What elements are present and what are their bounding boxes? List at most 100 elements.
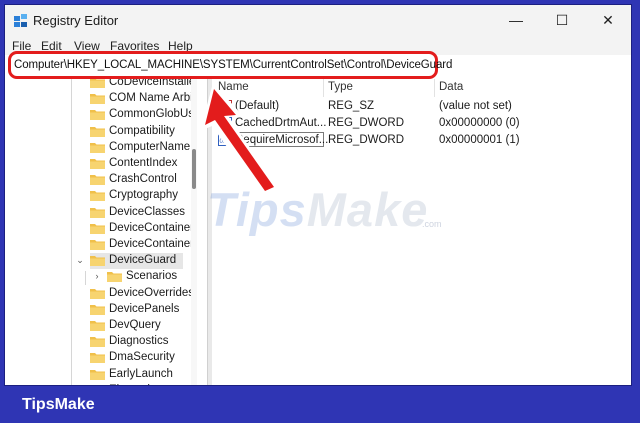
folder-icon <box>90 369 105 380</box>
tree-item-label: CoDeviceInstalle <box>109 79 196 88</box>
tree-item-label: DeviceClasses <box>109 205 186 218</box>
tree-item-label: DeviceContainer <box>109 221 195 234</box>
tree-item-label: DevicePanels <box>109 302 180 315</box>
column-separator[interactable] <box>434 79 435 97</box>
registry-editor-window: Registry Editor — ☐ ✕ File Edit View Fav… <box>4 4 632 386</box>
column-header-type[interactable]: Type <box>328 81 353 93</box>
tree-item[interactable]: DevicePanels <box>90 302 183 318</box>
tree-item[interactable]: CommonGlobUs <box>90 107 194 123</box>
minimize-button[interactable]: — <box>493 7 539 33</box>
tree-item-label: Compatibility <box>109 124 175 137</box>
value-row[interactable]: 011 RequireMicrosof... REG_DWORD 0x00000001… <box>212 132 631 149</box>
tree-item[interactable]: CrashControl <box>90 172 183 188</box>
tree-item[interactable]: Compatibility <box>90 124 183 140</box>
footer-brand: TipsMake <box>22 396 95 413</box>
close-button[interactable]: ✕ <box>585 7 631 33</box>
value-name: RequireMicrosof... <box>235 134 329 146</box>
address-bar[interactable]: Computer\HKEY_LOCAL_MACHINE\SYSTEM\Curre… <box>8 51 452 79</box>
tree-item-label: Scenarios <box>126 270 178 283</box>
window-title: Registry Editor <box>33 13 119 28</box>
maximize-button[interactable]: ☐ <box>539 7 585 33</box>
folder-icon <box>90 321 105 331</box>
column-header-name[interactable]: Name <box>218 81 249 93</box>
tree-item-label: COM Name Arbi <box>109 92 193 105</box>
folder-icon <box>90 142 105 153</box>
tree-guide-line <box>85 271 86 285</box>
key-tree: CoDeviceInstalle COM Name Arbi CommonGlobU… <box>5 79 205 385</box>
folder-icon <box>107 272 122 283</box>
value-type: REG_DWORD <box>328 134 405 146</box>
folder-icon <box>90 126 105 137</box>
folder-icon <box>90 288 105 299</box>
tree-item[interactable]: DeviceContainer <box>90 237 194 253</box>
folder-icon <box>90 256 105 267</box>
folder-icon <box>90 337 105 348</box>
tree-item-label: DevQuery <box>109 319 161 331</box>
binary-value-icon: 011 <box>218 117 232 129</box>
folder-icon <box>90 240 105 250</box>
tree-item-label: Diagnostics <box>109 335 169 348</box>
tree-item-label: DeviceGuard <box>109 254 177 267</box>
tree-item[interactable]: ContentIndex <box>90 156 183 172</box>
svg-text:ab: ab <box>220 104 228 111</box>
title-bar: Registry Editor — ☐ ✕ <box>5 5 631 35</box>
tree-item[interactable]: DeviceContainer <box>90 221 194 237</box>
tree-guide-line <box>71 79 72 385</box>
value-type: REG_SZ <box>328 100 375 112</box>
tree-item-label: ComputerName <box>109 140 191 153</box>
tree-item[interactable]: ComputerName <box>90 140 190 156</box>
values-list: Name Type Data ab (Default) REG_SZ (value n… <box>212 79 631 385</box>
chevron-down-icon[interactable]: ⌄ <box>75 255 85 266</box>
folder-icon <box>90 175 105 186</box>
folder-icon <box>90 94 105 105</box>
folder-icon <box>90 110 105 121</box>
binary-value-icon: 011 <box>218 134 232 146</box>
tree-item-label: EarlyLaunch <box>109 367 173 380</box>
tree-item[interactable]: Cryptography <box>90 188 183 204</box>
scrollbar-thumb[interactable] <box>192 149 196 189</box>
folder-icon <box>90 353 105 364</box>
tree-item-label: ContentIndex <box>109 157 178 169</box>
value-name: (Default) <box>235 100 280 112</box>
address-path[interactable]: Computer\HKEY_LOCAL_MACHINE\SYSTEM\Curre… <box>14 59 452 71</box>
tree-item-label: DeviceContainer <box>109 238 195 250</box>
folder-icon <box>90 159 105 169</box>
tree-item[interactable]: ⌄ DeviceGuard <box>76 253 183 270</box>
tree-item[interactable]: Diagnostics <box>90 334 183 350</box>
tree-item[interactable]: EarlyLaunch <box>90 367 183 383</box>
tree-item[interactable]: DevQuery <box>90 318 183 334</box>
tree-item[interactable]: COM Name Arbi <box>90 91 193 107</box>
svg-text:011: 011 <box>220 122 230 128</box>
string-value-icon: ab <box>218 100 232 112</box>
tree-item[interactable]: › Scenarios <box>96 269 183 285</box>
tree-item-label: DmaSecurity <box>109 351 175 364</box>
value-data: 0x00000000 (0) <box>439 117 520 129</box>
tree-scrollbar[interactable] <box>191 79 197 385</box>
column-header-data[interactable]: Data <box>439 81 463 93</box>
column-separator[interactable] <box>323 79 324 97</box>
tree-item[interactable]: DeviceOverrides <box>90 286 194 302</box>
value-row[interactable]: ab (Default) REG_SZ (value not set) <box>212 98 631 115</box>
footer-bar: TipsMake <box>0 386 640 423</box>
folder-icon <box>90 79 105 88</box>
value-data: 0x00000001 (1) <box>439 134 520 146</box>
folder-icon <box>90 223 105 234</box>
value-type: REG_DWORD <box>328 117 405 129</box>
tree-item[interactable]: DmaSecurity <box>90 350 183 366</box>
tree-item-label: CommonGlobUs <box>109 108 194 121</box>
value-row[interactable]: 011 CachedDrtmAut... REG_DWORD 0x00000000 (… <box>212 115 631 132</box>
folder-icon <box>90 304 105 315</box>
tree-item-label: Cryptography <box>109 189 179 202</box>
folder-icon <box>90 207 105 218</box>
svg-text:011: 011 <box>220 139 230 145</box>
chevron-right-icon[interactable]: › <box>92 271 102 281</box>
tree-item-label: CrashControl <box>109 173 177 186</box>
value-data: (value not set) <box>439 100 512 112</box>
value-name: CachedDrtmAut... <box>235 117 327 129</box>
registry-editor-icon <box>14 14 27 27</box>
tree-item-label: DeviceOverrides <box>109 286 194 299</box>
folder-icon <box>90 191 105 202</box>
watermark-suffix: .com <box>422 219 442 229</box>
tree-item[interactable]: DeviceClasses <box>90 205 186 221</box>
tree-item[interactable]: CoDeviceInstalle <box>90 79 195 91</box>
